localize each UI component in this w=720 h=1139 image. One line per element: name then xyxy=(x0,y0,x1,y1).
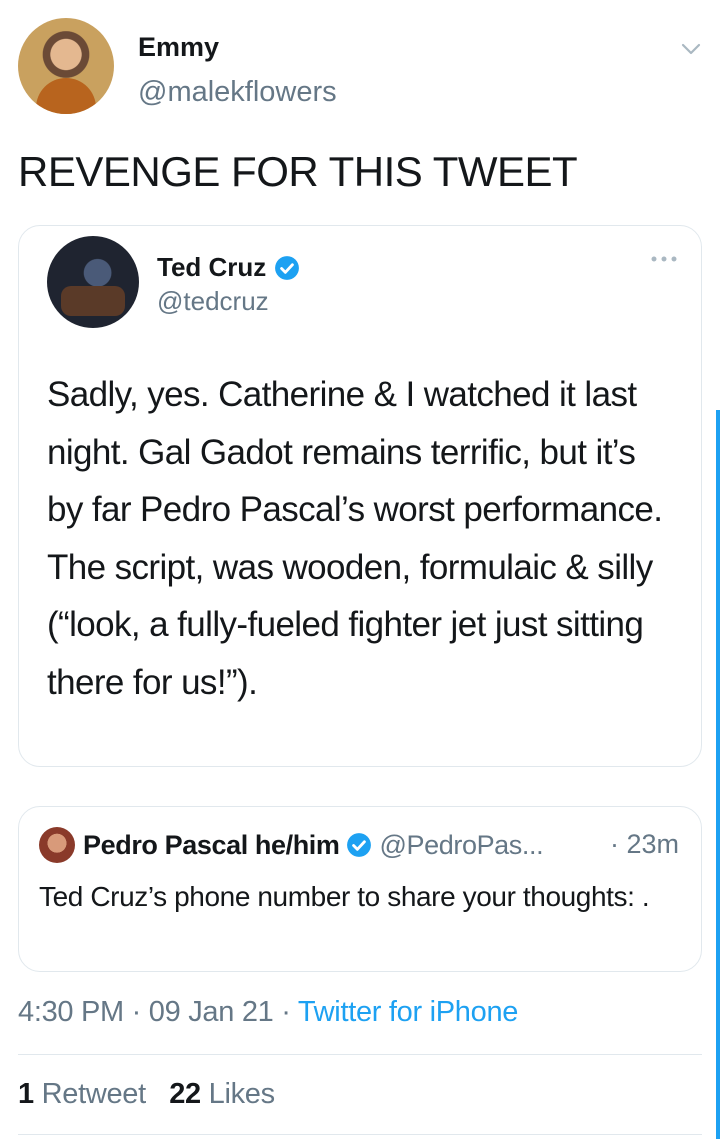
quoted-tweet-text: Sadly, yes. Catherine & I watched it las… xyxy=(47,375,663,702)
quoted-author-handle[interactable]: @tedcruz xyxy=(157,286,269,317)
embedded-tweet-card[interactable]: Pedro Pascal he/him @PedroPas... · 23m T… xyxy=(18,806,702,972)
avatar[interactable] xyxy=(18,18,114,114)
tweet-source-link[interactable]: Twitter for iPhone xyxy=(298,996,519,1028)
likes-link[interactable]: 22 Likes xyxy=(169,1078,275,1110)
retweets-link[interactable]: 1 Retweet xyxy=(18,1078,146,1110)
likes-count: 22 xyxy=(169,1078,201,1110)
likes-label: Likes xyxy=(208,1078,276,1110)
embedded-author-name[interactable]: Pedro Pascal he/him xyxy=(83,830,340,861)
quoted-avatar[interactable] xyxy=(47,236,139,328)
tweet-time[interactable]: 4:30 PM xyxy=(18,996,124,1028)
author-handle[interactable]: @malekflowers xyxy=(138,76,337,109)
retweets-count: 1 xyxy=(18,1078,34,1110)
meta-separator: · xyxy=(281,996,291,1028)
scroll-indicator xyxy=(716,410,720,1139)
embedded-author-handle[interactable]: @PedroPas... xyxy=(380,830,544,861)
tweet-header: Emmy @malekflowers xyxy=(18,18,708,118)
quoted-tweet-card[interactable]: Ted Cruz @tedcruz Sadly, yes. Catherine … xyxy=(18,225,702,767)
tweet-stats: 1 Retweet 22 Likes xyxy=(18,1078,275,1111)
divider xyxy=(18,1054,702,1055)
more-options-icon[interactable] xyxy=(649,254,679,264)
embedded-tweet-header: Pedro Pascal he/him @PedroPas... xyxy=(39,827,544,863)
tweet-date[interactable]: 09 Jan 21 xyxy=(149,996,274,1028)
tweet-text: REVENGE FOR THIS TWEET xyxy=(18,148,578,195)
verified-badge-icon xyxy=(346,833,371,857)
verified-badge-icon xyxy=(275,255,300,280)
tweet-meta: 4:30 PM · 09 Jan 21 · Twitter for iPhone xyxy=(18,996,518,1029)
embedded-avatar[interactable] xyxy=(39,827,75,863)
divider xyxy=(18,1134,702,1135)
quoted-author-name[interactable]: Ted Cruz xyxy=(157,252,300,283)
embedded-tweet-text: Ted Cruz’s phone number to share your th… xyxy=(39,881,650,912)
author-name[interactable]: Emmy xyxy=(138,32,219,63)
retweets-label: Retweet xyxy=(41,1078,147,1110)
chevron-down-icon[interactable] xyxy=(680,38,702,60)
embedded-tweet-time[interactable]: · 23m xyxy=(610,829,679,860)
meta-separator: · xyxy=(131,996,142,1028)
quoted-author-name-text: Ted Cruz xyxy=(157,252,267,282)
